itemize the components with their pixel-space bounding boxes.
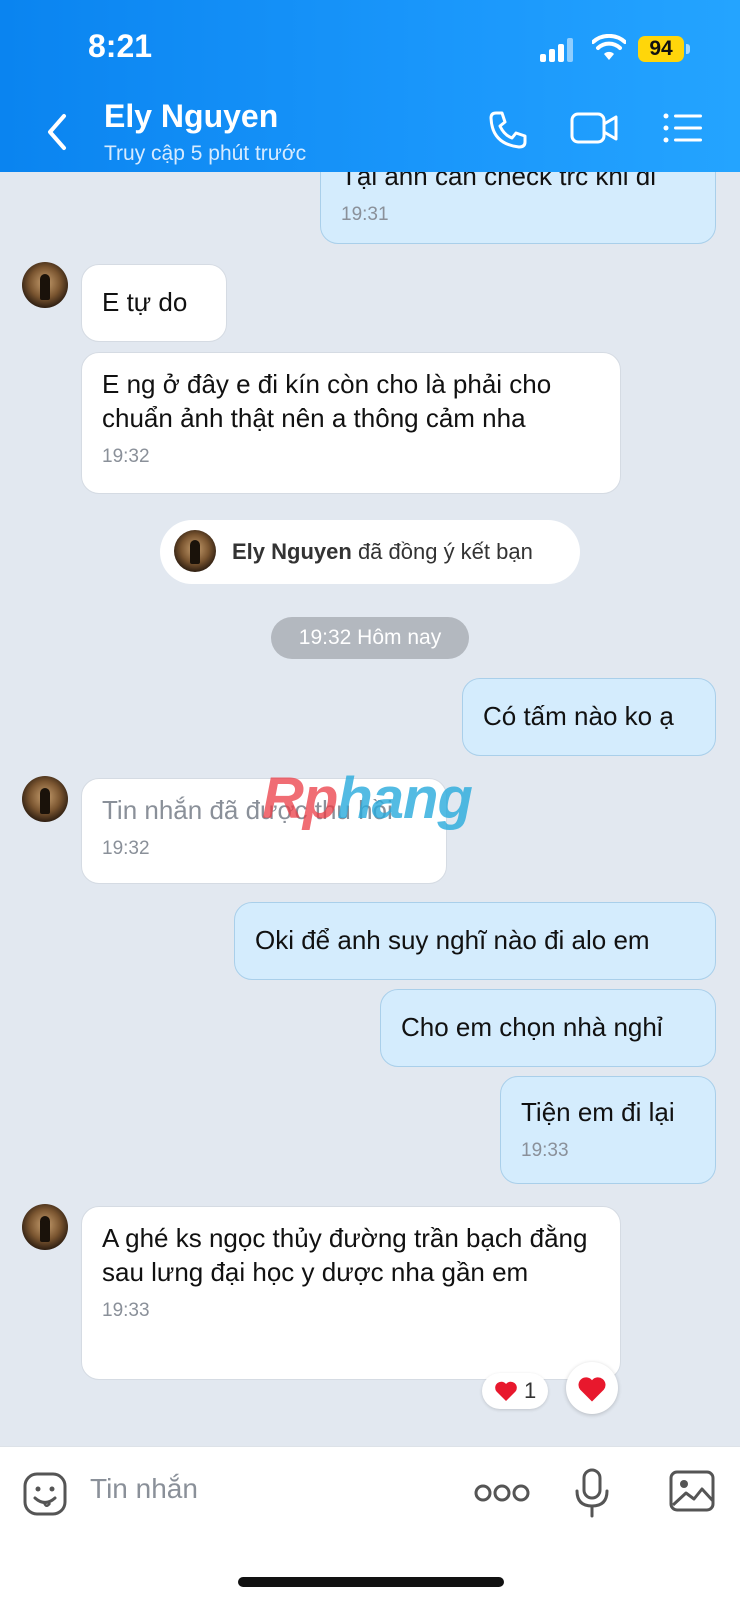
heart-icon <box>495 1381 517 1401</box>
chat-header: 8:21 94 Ely Nguyen Truy cập 5 phút trước <box>0 0 740 172</box>
phone-icon[interactable] <box>486 108 530 152</box>
reaction-count: 1 <box>523 1378 537 1403</box>
contact-name[interactable]: Ely Nguyen <box>104 98 278 135</box>
message-bubble-outgoing[interactable]: Có tấm nào ko ạ <box>462 678 716 756</box>
message-time: 19:31 <box>341 204 389 225</box>
friend-accepted-notice: Ely Nguyen đã đồng ý kết bạn <box>160 520 580 584</box>
message-time: 19:33 <box>521 1140 569 1161</box>
message-bubble-outgoing[interactable]: Tiện em đi lại 19:33 <box>500 1076 716 1184</box>
more-options-icon[interactable] <box>474 1483 530 1503</box>
message-bubble-incoming[interactable]: E ng ở đây e đi kín còn cho là phải cho … <box>81 352 621 494</box>
contact-last-seen: Truy cập 5 phút trước <box>104 142 307 165</box>
battery-tip <box>686 44 690 54</box>
message-time: 19:33 <box>102 1300 150 1321</box>
reaction-summary[interactable]: 1 <box>482 1373 548 1409</box>
message-text: E ng ở đây e đi kín còn cho là phải cho … <box>102 369 552 433</box>
battery-indicator: 94 <box>638 36 684 62</box>
sticker-icon[interactable] <box>22 1471 68 1517</box>
message-text: Có tấm nào ko ạ <box>483 701 674 731</box>
message-bubble-outgoing[interactable]: Cho em chọn nhà nghỉ <box>380 989 716 1067</box>
watermark-part2: hang <box>337 766 473 831</box>
wifi-icon <box>592 34 626 60</box>
heart-icon <box>578 1377 606 1402</box>
message-text: Tiện em đi lại <box>521 1097 675 1127</box>
image-icon[interactable] <box>668 1469 716 1513</box>
message-text: A ghé ks ngọc thủy đường trần bạch đằng … <box>102 1223 588 1287</box>
microphone-icon[interactable] <box>572 1467 612 1519</box>
composer-bar: Tin nhắn <box>0 1446 740 1601</box>
message-bubble-outgoing[interactable]: Oki để anh suy nghĩ nào đi alo em <box>234 902 716 980</box>
message-text: E tự do <box>102 287 188 317</box>
message-time: 19:32 <box>102 838 150 859</box>
message-input[interactable]: Tin nhắn <box>90 1473 198 1505</box>
watermark-part1: Rp <box>262 766 338 831</box>
message-text: Cho em chọn nhà nghỉ <box>401 1012 663 1042</box>
message-bubble-incoming[interactable]: A ghé ks ngọc thủy đường trần bạch đằng … <box>81 1206 621 1380</box>
notice-name: Ely Nguyen <box>232 539 352 564</box>
back-icon[interactable] <box>40 110 74 154</box>
home-indicator <box>238 1577 504 1587</box>
message-time: 19:32 <box>102 446 150 467</box>
watermark-logo: Rphang <box>262 765 473 832</box>
date-divider: 19:32 Hôm nay <box>271 617 469 659</box>
video-call-icon[interactable] <box>570 108 620 148</box>
message-text: Oki để anh suy nghĩ nào đi alo em <box>255 925 650 955</box>
contact-avatar[interactable] <box>22 776 68 822</box>
contact-avatar[interactable] <box>22 1204 68 1250</box>
menu-list-icon[interactable] <box>662 108 704 148</box>
contact-avatar[interactable] <box>22 262 68 308</box>
react-button[interactable] <box>566 1362 618 1414</box>
message-bubble-incoming[interactable]: E tự do <box>81 264 227 342</box>
notice-text: đã đồng ý kết bạn <box>357 539 533 564</box>
signal-icon <box>540 38 574 62</box>
status-time: 8:21 <box>88 28 153 64</box>
contact-avatar <box>174 530 216 572</box>
